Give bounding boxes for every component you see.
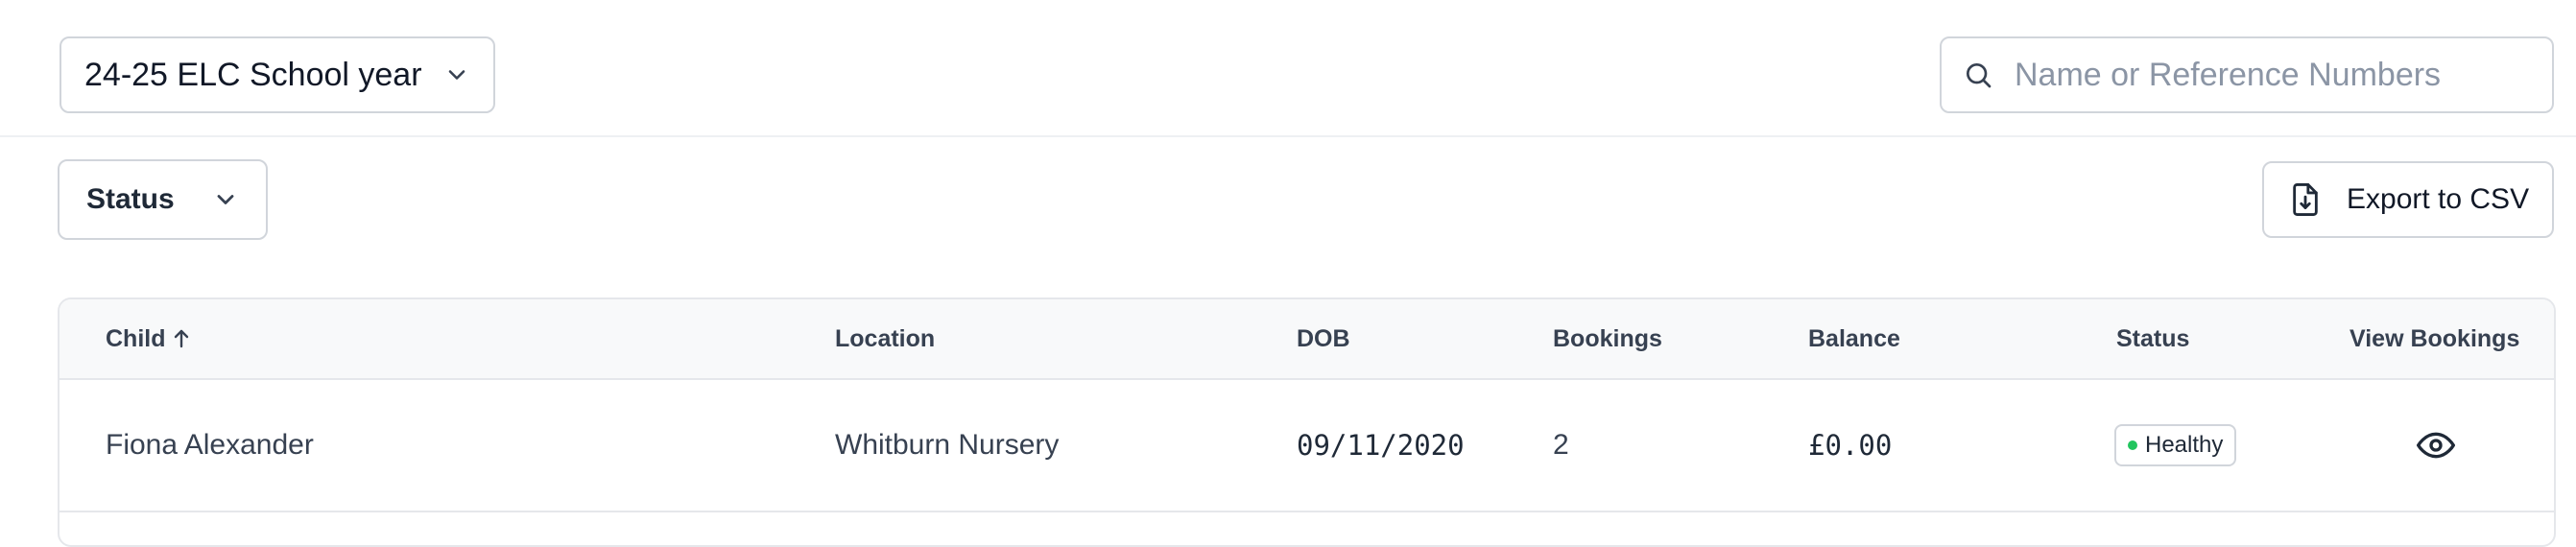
table-header: Child Location DOB Bookings Balance Stat… — [60, 299, 2554, 380]
column-header-status[interactable]: Status — [2116, 299, 2189, 378]
cell-status: Healthy — [2114, 380, 2237, 511]
chevron-down-icon — [443, 61, 470, 88]
cell-balance: £0.00 — [1808, 429, 1893, 462]
eye-icon[interactable] — [2417, 431, 2455, 460]
status-filter-label: Status — [86, 183, 175, 215]
cell-view-bookings — [2417, 380, 2455, 511]
column-header-view-bookings: View Bookings — [2349, 324, 2520, 352]
school-year-select[interactable]: 24-25 ELC School year — [60, 36, 495, 113]
children-table: Child Location DOB Bookings Balance Stat… — [58, 297, 2556, 547]
status-badge: Healthy — [2114, 424, 2237, 466]
school-year-select-value: 24-25 ELC School year — [84, 56, 422, 93]
arrow-up-icon — [170, 326, 193, 351]
column-header-label: Child — [106, 324, 166, 352]
cell-child-name: Fiona Alexander — [106, 429, 314, 461]
table-row: Fiona Alexander Whitburn Nursery 09/11/2… — [60, 380, 2554, 512]
export-csv-label: Export to CSV — [2347, 183, 2530, 215]
search-input[interactable] — [2013, 55, 2516, 95]
file-download-icon — [2289, 181, 2322, 218]
cell-location: Whitburn Nursery — [835, 429, 1060, 461]
search-icon — [1963, 59, 1993, 90]
status-badge-label: Healthy — [2145, 432, 2224, 458]
column-header-dob[interactable]: DOB — [1297, 299, 1350, 378]
export-csv-button[interactable]: Export to CSV — [2262, 161, 2554, 238]
column-header-child[interactable]: Child — [106, 299, 193, 378]
cell-dob: 09/11/2020 — [1297, 429, 1465, 462]
status-dot — [2128, 440, 2137, 450]
status-filter-dropdown[interactable]: Status — [58, 159, 268, 240]
cell-bookings: 2 — [1553, 429, 1569, 461]
column-header-location[interactable]: Location — [835, 299, 935, 378]
divider — [0, 135, 2576, 137]
column-header-bookings[interactable]: Bookings — [1553, 299, 1662, 378]
column-header-balance[interactable]: Balance — [1808, 299, 1900, 378]
chevron-down-icon — [212, 186, 239, 213]
search-field[interactable] — [1940, 36, 2554, 113]
